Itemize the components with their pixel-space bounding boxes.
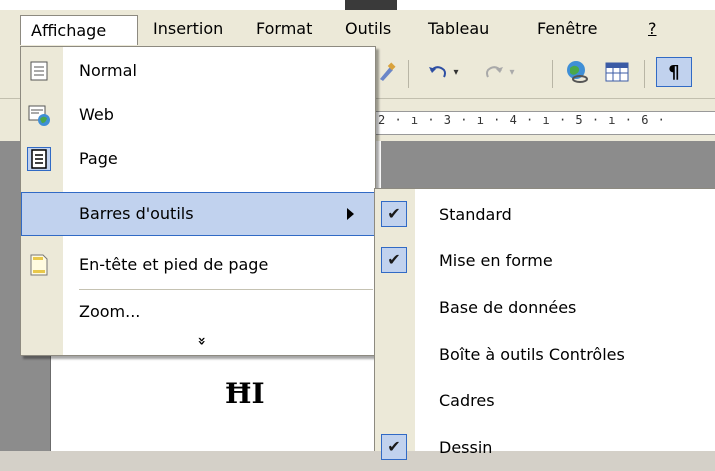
submenu-item-controles-label: Boîte à outils Contrôles (439, 345, 625, 364)
menu-tableau-label: Tableau (428, 19, 490, 38)
affichage-dropdown-menu: Normal Web Page Barres d'outils En-tête … (20, 46, 376, 356)
show-formatting-button[interactable]: ¶ (656, 57, 692, 87)
page-layout-icon (27, 147, 51, 171)
menu-bar: Affichage Insertion Format Outils Tablea… (0, 10, 715, 49)
menu-fenetre-label: Fenêtre (537, 19, 598, 38)
text-cursor: ĦI (225, 377, 265, 410)
redo-icon (486, 66, 504, 78)
header-footer-icon (27, 253, 51, 277)
menu-item-toolbars[interactable]: Barres d'outils (21, 192, 375, 236)
menu-item-normal-label: Normal (79, 61, 137, 80)
menu-help[interactable]: ? (648, 17, 657, 41)
pilcrow-icon: ¶ (668, 61, 680, 83)
submenu-item-standard[interactable]: ✔ Standard (375, 192, 715, 238)
undo-icon (429, 66, 447, 78)
submenu-item-standard-label: Standard (439, 205, 512, 224)
insert-table-icon[interactable] (600, 57, 634, 87)
menu-insertion[interactable]: Insertion (153, 17, 223, 41)
checkmark-icon: ✔ (381, 434, 407, 460)
submenu-item-mise-en-forme-label: Mise en forme (439, 251, 553, 270)
menu-item-toolbars-label: Barres d'outils (79, 204, 194, 223)
web-layout-icon (27, 103, 51, 127)
menu-item-zoom[interactable]: Zoom... (21, 291, 375, 333)
horizontal-ruler[interactable]: 2 · ı · 3 · ı · 4 · ı · 5 · ı · 6 · (374, 111, 715, 135)
submenu-item-base-de-donnees[interactable]: Base de données (375, 285, 715, 331)
normal-view-icon (27, 59, 51, 83)
hyperlink-icon[interactable] (560, 57, 594, 87)
checkmark-icon: ✔ (381, 247, 407, 273)
format-painter-icon[interactable] (372, 57, 402, 87)
submenu-item-dessin-label: Dessin (439, 438, 493, 457)
menu-tableau[interactable]: Tableau (428, 17, 489, 41)
redo-button[interactable]: ▾ (474, 57, 524, 87)
toolbars-submenu: ✔ Standard ✔ Mise en forme Base de donné… (374, 188, 715, 460)
menu-item-web-label: Web (79, 105, 114, 124)
menu-format-label: Format (256, 19, 313, 38)
menu-insertion-label: Insertion (153, 19, 224, 38)
menu-item-zoom-label: Zoom... (79, 302, 141, 321)
submenu-item-mise-en-forme[interactable]: ✔ Mise en forme (375, 238, 715, 284)
submenu-item-dessin[interactable]: ✔ Dessin (375, 425, 715, 471)
menu-affichage[interactable]: Affichage (20, 15, 138, 45)
menu-item-header-footer-label: En-tête et pied de page (79, 255, 269, 274)
submenu-item-cadres-label: Cadres (439, 391, 495, 410)
submenu-item-controles[interactable]: Boîte à outils Contrôles (375, 332, 715, 378)
menu-outils-label: Outils (345, 19, 392, 38)
ruler-scale: 2 · ı · 3 · ı · 4 · ı · 5 · ı · 6 · (378, 113, 666, 127)
menu-item-page[interactable]: Page (21, 137, 375, 181)
menu-fenetre[interactable]: Fenêtre (537, 17, 598, 41)
menu-format[interactable]: Format (256, 17, 312, 41)
menu-help-label: ? (648, 19, 657, 38)
submenu-item-cadres[interactable]: Cadres (375, 378, 715, 424)
checkmark-icon: ✔ (381, 201, 407, 227)
menu-item-normal[interactable]: Normal (21, 49, 375, 93)
menu-affichage-label: Affichage (31, 21, 107, 40)
expand-menu-chevron-icon[interactable]: » (194, 336, 210, 345)
submenu-item-base-de-donnees-label: Base de données (439, 298, 577, 317)
undo-button[interactable]: ▾ (416, 57, 470, 87)
menu-outils[interactable]: Outils (345, 17, 391, 41)
menu-item-page-label: Page (79, 149, 118, 168)
menu-item-web[interactable]: Web (21, 93, 375, 137)
menu-item-header-footer[interactable]: En-tête et pied de page (21, 243, 375, 287)
submenu-arrow-icon (347, 208, 354, 220)
window-top-strip (0, 0, 715, 10)
